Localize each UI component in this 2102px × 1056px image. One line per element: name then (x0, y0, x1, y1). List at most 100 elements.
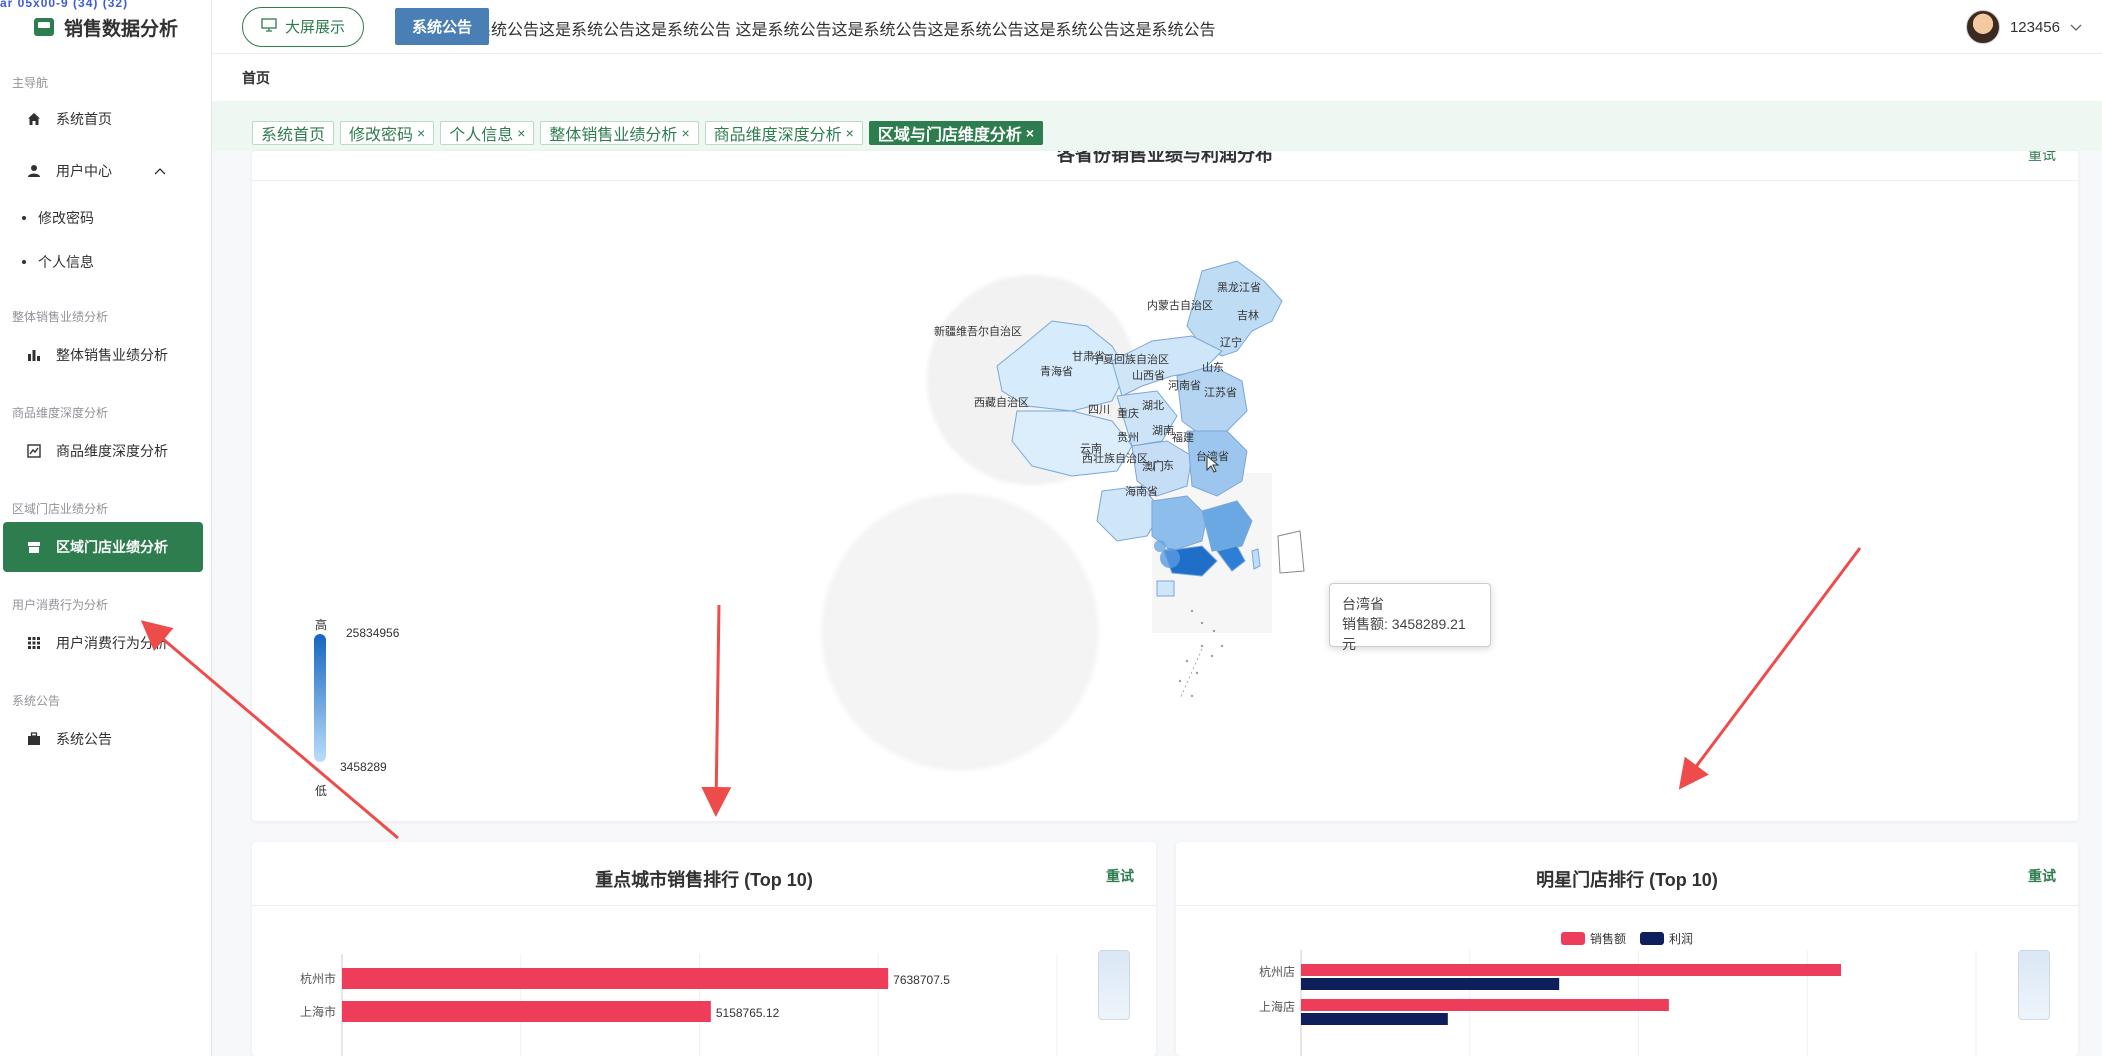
legend-min-value: 3458289 (340, 760, 387, 774)
province-label: 江苏省 (1204, 386, 1237, 399)
user-menu[interactable]: 123456 (1965, 10, 2082, 44)
tab-overall-sales[interactable]: 整体销售业绩分析 × (540, 121, 699, 145)
province-label: 辽宁 (1220, 335, 1242, 349)
sidebar-item-label: 修改密码 (38, 210, 94, 226)
legend-max-value: 25834956 (346, 626, 400, 640)
monitor-icon (261, 17, 277, 36)
tab-personal-info[interactable]: 个人信息 × (440, 121, 535, 145)
data-zoom-slider[interactable] (1098, 950, 1130, 1020)
close-icon[interactable]: × (681, 125, 689, 141)
sidebar-subitem-change-password[interactable]: 修改密码 (0, 196, 211, 240)
province-label: 青海省 (1040, 364, 1073, 378)
notice-tag[interactable]: 系统公告 (395, 8, 489, 45)
province-label: 西藏自治区 (974, 395, 1029, 409)
sidebar-item-overall-sales[interactable]: 整体销售业绩分析 (0, 330, 211, 380)
sidebar-item-label: 商品维度深度分析 (56, 443, 168, 459)
nav-group-overall: 整体销售业绩分析 (12, 310, 109, 324)
sidebar-item-home[interactable]: 系统首页 (0, 94, 211, 144)
bar[interactable] (1301, 964, 1841, 976)
province-label: 黑龙江省 (1217, 281, 1261, 294)
bullet-icon (22, 260, 26, 264)
province-label: 湖北 (1142, 399, 1164, 412)
sidebar-item-user-behavior[interactable]: 用户消费行为分析 (0, 618, 211, 668)
tab-label: 整体销售业绩分析 (549, 127, 678, 144)
province-label: 西壮族自治区 (1082, 451, 1148, 465)
map-shape[interactable] (996, 260, 1305, 700)
china-map[interactable]: 黑龙江省 吉林 内蒙古自治区 辽宁 新疆维吾尔自治区 甘肃省 宁夏回族自治区 山… (902, 251, 1422, 731)
app-title: 销售数据分析 (64, 18, 179, 40)
card-title: 重点城市销售排行 (Top 10) (595, 870, 813, 890)
sidebar-item-label: 整体销售业绩分析 (56, 347, 168, 363)
value-label: 5158765.12 (716, 1006, 780, 1020)
close-icon[interactable]: × (846, 125, 854, 141)
sidebar-item-product-analysis[interactable]: 商品维度深度分析 (0, 426, 211, 476)
notice-marquee: 统公告这是系统公告这是系统公告这是系统公告 这是系统公告这是系统公告这是系统公告… (395, 22, 1216, 39)
big-screen-button[interactable]: 大屏展示 (242, 6, 364, 47)
bar[interactable] (1301, 999, 1669, 1011)
home-icon (26, 111, 42, 127)
bar[interactable] (342, 1001, 711, 1022)
sidebar-item-region-store[interactable]: 区域门店业绩分析 (3, 522, 203, 572)
close-icon[interactable]: × (417, 125, 425, 141)
sidebar-item-label: 区域门店业绩分析 (56, 539, 168, 555)
tab-home[interactable]: 系统首页 (252, 121, 335, 145)
store-icon (26, 539, 42, 555)
map-tooltip: 台湾省 销售额: 3458289.21元 (1329, 583, 1491, 652)
nav-group-user-behavior: 用户消费行为分析 (12, 598, 109, 612)
tabs-bar: 系统首页 修改密码 × 个人信息 × 整体销售业绩分析 × 商品维度深度分析 × 区域与… (212, 101, 2102, 151)
province-label: 湖南 (1152, 424, 1174, 437)
nav-group-region: 区域门店业绩分析 (12, 502, 109, 516)
bar-chart-svg: 杭州市 7638707.5 上海市 5158765.12 (300, 954, 1058, 1056)
province-label: 吉林 (1237, 308, 1259, 322)
category-label: 杭州店 (1259, 964, 1295, 979)
tab-product-analysis[interactable]: 商品维度深度分析 × (704, 121, 863, 145)
tab-region-store[interactable]: 区域与门店维度分析 × (868, 121, 1044, 145)
retry-button[interactable]: 重试 (2028, 866, 2056, 886)
tab-change-password[interactable]: 修改密码 × (340, 121, 435, 145)
sidebar-item-label: 系统公告 (56, 731, 112, 747)
data-zoom-slider[interactable] (2018, 950, 2050, 1020)
nav-group-product: 商品维度深度分析 (12, 406, 109, 420)
card-header: 明星门店排行 (Top 10) 重试 (1176, 842, 2078, 906)
bullet-icon (22, 216, 26, 220)
card-header: 重点城市销售排行 (Top 10) 重试 (252, 842, 1156, 906)
province-label: 河南省 (1168, 379, 1201, 392)
overlay-text: ar 05x00-9 (34) (32) (0, 0, 129, 10)
province-label: 四川 (1088, 404, 1110, 416)
legend-gradient-bar[interactable] (314, 634, 326, 762)
store-ranking-card: 明星门店排行 (Top 10) 重试 销售额 利润 杭州店 上海店 (1176, 842, 2078, 1056)
user-name: 123456 (2009, 18, 2060, 36)
visual-map-legend[interactable]: 高 25834956 3458289 低 (282, 616, 399, 798)
avatar[interactable] (1965, 10, 2000, 44)
briefcase-icon (26, 731, 42, 747)
retry-button[interactable]: 重试 (1106, 866, 1134, 886)
province-label: 重庆 (1117, 406, 1139, 420)
tooltip-province: 台湾省 (1342, 596, 1384, 612)
tooltip-value: 销售额: 3458289.21元 (1342, 616, 1466, 652)
province-map-card: 各省份销售业绩与利润分布 重试 高 25834956 3458289 低 黑龙江… (252, 151, 2078, 821)
nav-group-main: 主导航 (12, 76, 49, 90)
sidebar-item-system-notice[interactable]: 系统公告 (0, 714, 211, 764)
close-icon[interactable]: × (517, 125, 525, 141)
bar[interactable] (342, 968, 889, 989)
bar[interactable] (1301, 978, 1560, 990)
top-header: 大屏展示 统公告这是系统公告这是系统公告这是系统公告 这是系统公告这是系统公告这… (212, 0, 2102, 54)
close-icon[interactable]: × (1026, 125, 1034, 141)
sidebar-item-user-center[interactable]: 用户中心 (0, 146, 211, 196)
tab-label: 商品维度深度分析 (713, 127, 842, 144)
sidebar: ar 05x00-9 (34) (32) 销售数据分析 主导航 系统首页 用户中… (0, 0, 212, 1056)
bar-chart-icon (26, 347, 42, 363)
chevron-down-icon (2070, 19, 2082, 36)
trend-chart-icon (26, 443, 42, 459)
breadcrumb-home[interactable]: 首页 (242, 68, 270, 88)
category-label: 上海店 (1259, 999, 1295, 1014)
city-bar-chart: 杭州市 7638707.5 上海市 5158765.12 (252, 906, 1156, 1056)
bar[interactable] (1301, 1013, 1448, 1025)
sidebar-subitem-personal-info[interactable]: 个人信息 (0, 240, 211, 284)
main-content: 各省份销售业绩与利润分布 重试 高 25834956 3458289 低 黑龙江… (212, 151, 2102, 1056)
category-label: 杭州市 (300, 971, 336, 986)
retry-button[interactable]: 重试 (2028, 151, 2056, 165)
sidebar-item-label: 个人信息 (38, 254, 94, 270)
province-label: 贵州 (1117, 431, 1139, 444)
store-logo-icon (34, 18, 54, 36)
